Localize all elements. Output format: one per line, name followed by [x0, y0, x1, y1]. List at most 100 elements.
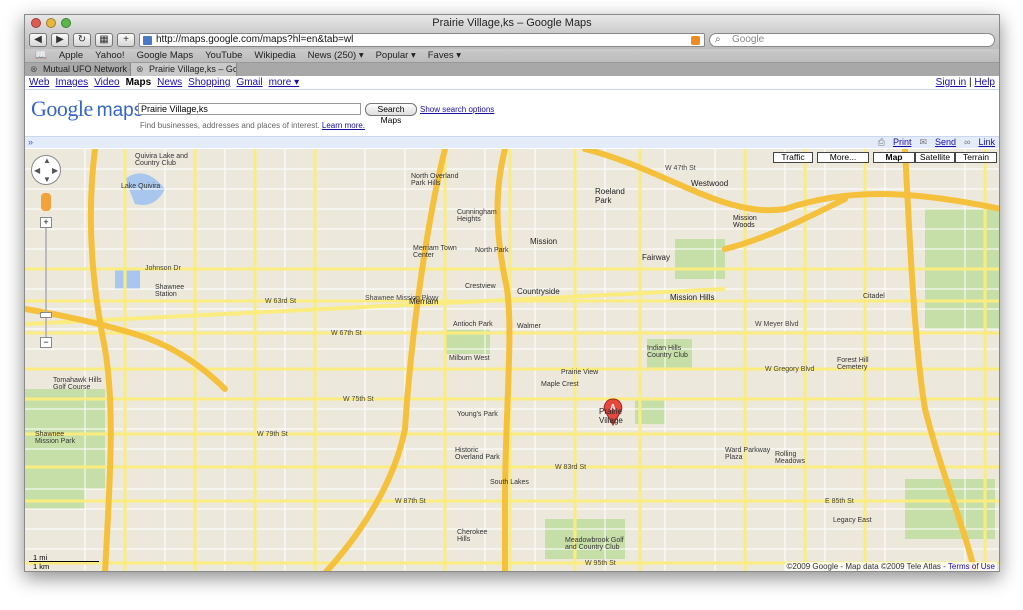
place-label: Countryside	[517, 287, 560, 296]
address-bar[interactable]: http://maps.google.com/maps?hl=en&tab=wl	[139, 33, 705, 47]
close-tab-icon[interactable]: ⊗	[30, 63, 38, 76]
place-label: South Lakes	[490, 479, 529, 486]
place-label: Historic Overland Park	[455, 447, 500, 461]
place-label: Rolling Meadows	[775, 451, 805, 465]
place-label: Ward Parkway Plaza	[725, 447, 771, 461]
road-label: W 47th St	[665, 165, 696, 172]
place-label: North Park	[475, 247, 509, 254]
link-link[interactable]: Link	[978, 137, 995, 148]
road-label: E 85th St	[825, 498, 854, 505]
gbar-link-shopping[interactable]: Shopping	[188, 77, 230, 88]
gbar-link-more[interactable]: more ▾	[269, 77, 300, 88]
book-icon[interactable]: 📖	[35, 50, 47, 61]
back-icon[interactable]: ◀	[29, 33, 47, 47]
search-options-link[interactable]: Show search options	[420, 105, 494, 114]
browser-tab[interactable]: ⊗ Mutual UFO Network – ...	[25, 63, 131, 76]
browser-window: Prairie Village,ks – Google Maps ◀ ▶ ↻ ▦…	[24, 14, 1000, 572]
printer-icon: ⎙	[877, 137, 885, 147]
tab-label: Mutual UFO Network – ...	[43, 64, 130, 74]
bookmark-item[interactable]: YouTube	[205, 50, 242, 61]
place-label: Prairie View	[561, 369, 599, 376]
google-maps-logo[interactable]: Google maps	[31, 96, 143, 122]
pan-right-icon[interactable]: ▶	[52, 166, 58, 175]
scale-miles: 1 mi	[29, 553, 99, 562]
bookmark-item[interactable]: News (250) ▾	[308, 50, 364, 61]
road-label: W 95th St	[585, 560, 616, 567]
gbar-link-news[interactable]: News	[157, 77, 182, 88]
zoom-track[interactable]	[45, 223, 47, 343]
browser-toolbar: ◀ ▶ ↻ ▦ + http://maps.google.com/maps?hl…	[25, 31, 999, 49]
road-label: W Gregory Blvd	[765, 366, 815, 373]
map-type-terrain[interactable]: Terrain	[955, 152, 997, 163]
bookmark-item[interactable]: Wikipedia	[254, 50, 295, 61]
topsites-icon[interactable]: ▦	[95, 33, 113, 47]
pan-down-icon[interactable]: ▼	[43, 175, 51, 184]
place-label: Quivira Lake and Country Club	[135, 153, 188, 167]
map-type-satellite[interactable]: Satellite	[915, 152, 955, 163]
terms-of-use-link[interactable]: Terms of Use	[948, 562, 995, 571]
bookmarks-bar: 📖 Apple Yahoo! Google Maps YouTube Wikip…	[25, 49, 999, 63]
place-label: Mission Woods	[733, 215, 757, 229]
search-input[interactable]: Prairie Village,ks	[138, 103, 361, 115]
place-label: Maple Crest	[541, 381, 579, 388]
road-label: W 67th St	[331, 330, 362, 337]
road-label: W 87th St	[395, 498, 426, 505]
minimize-window-button[interactable]	[46, 18, 56, 28]
zoom-window-button[interactable]	[61, 18, 71, 28]
rss-icon[interactable]	[691, 36, 700, 45]
reload-icon[interactable]: ↻	[73, 33, 91, 47]
map-canvas[interactable]: A Quivira Lake and Country Club Lake Qui…	[25, 149, 999, 571]
place-label-mission: Mission	[530, 237, 558, 246]
pan-left-icon[interactable]: ◀	[34, 166, 40, 175]
bookmark-item[interactable]: Google Maps	[137, 50, 194, 61]
add-bookmark-icon[interactable]: +	[117, 33, 135, 47]
bookmark-item[interactable]: Popular ▾	[376, 50, 416, 61]
send-link[interactable]: Send	[935, 137, 956, 148]
browser-tab-active[interactable]: ⊗ Prairie Village,ks – Goo...	[131, 63, 237, 76]
google-bar: Web Images Video Maps News Shopping Gmai…	[25, 76, 999, 90]
learn-more-link[interactable]: Learn more.	[322, 121, 365, 130]
bookmark-item[interactable]: Apple	[59, 50, 83, 61]
gbar-link-web[interactable]: Web	[29, 77, 49, 88]
chain-link-icon: ∞	[964, 137, 971, 147]
zoom-out-button[interactable]: −	[40, 337, 52, 348]
zoom-in-button[interactable]: +	[40, 217, 52, 228]
print-link[interactable]: Print	[893, 137, 912, 148]
place-label: Cherokee Hills	[457, 529, 488, 543]
more-button[interactable]: More...	[817, 152, 869, 163]
close-tab-icon[interactable]: ⊗	[136, 63, 144, 76]
envelope-icon: ✉	[919, 137, 928, 147]
bookmark-item[interactable]: Faves ▾	[428, 50, 461, 61]
collapse-panel-icon[interactable]: »	[28, 137, 33, 147]
help-link[interactable]: Help	[974, 77, 995, 88]
traffic-button[interactable]: Traffic	[773, 152, 813, 163]
pegman-icon[interactable]	[41, 193, 51, 211]
close-window-button[interactable]	[31, 18, 41, 28]
place-label: Crestview	[465, 283, 496, 290]
gbar-separator: |	[969, 77, 972, 88]
copyright-text: ©2009 Google - Map data ©2009 Tele Atlas…	[786, 562, 948, 571]
search-maps-button[interactable]: Search Maps	[365, 103, 417, 125]
zoom-handle[interactable]	[40, 312, 52, 318]
browser-search-field[interactable]: ⌕ Google	[709, 33, 995, 47]
gbar-link-video[interactable]: Video	[94, 77, 119, 88]
gbar-link-gmail[interactable]: Gmail	[236, 77, 262, 88]
search-hint: Find businesses, addresses and places of…	[140, 121, 365, 130]
bookmark-item[interactable]: Yahoo!	[95, 50, 124, 61]
place-label: Indian Hills Country Club	[647, 345, 688, 359]
pan-control[interactable]: ▲ ◀ ▶ ▼	[31, 155, 61, 185]
road-label: W 83rd St	[555, 464, 587, 471]
place-label: Legacy East	[833, 517, 872, 524]
sign-in-link[interactable]: Sign in	[936, 77, 967, 88]
place-label: Fairway	[642, 253, 671, 262]
tab-bar: ⊗ Mutual UFO Network – ... ⊗ Prairie Vil…	[25, 63, 999, 76]
place-label: Shawnee Station	[155, 284, 185, 298]
forward-icon[interactable]: ▶	[51, 33, 69, 47]
map-type-map[interactable]: Map	[873, 152, 915, 163]
road-label: Johnson Dr	[145, 265, 181, 272]
road-label: W Meyer Blvd	[755, 321, 799, 328]
address-url: http://maps.google.com/maps?hl=en&tab=wl	[156, 34, 354, 45]
pan-up-icon[interactable]: ▲	[43, 156, 51, 165]
zoom-slider[interactable]: + −	[40, 217, 52, 351]
gbar-link-images[interactable]: Images	[55, 77, 88, 88]
